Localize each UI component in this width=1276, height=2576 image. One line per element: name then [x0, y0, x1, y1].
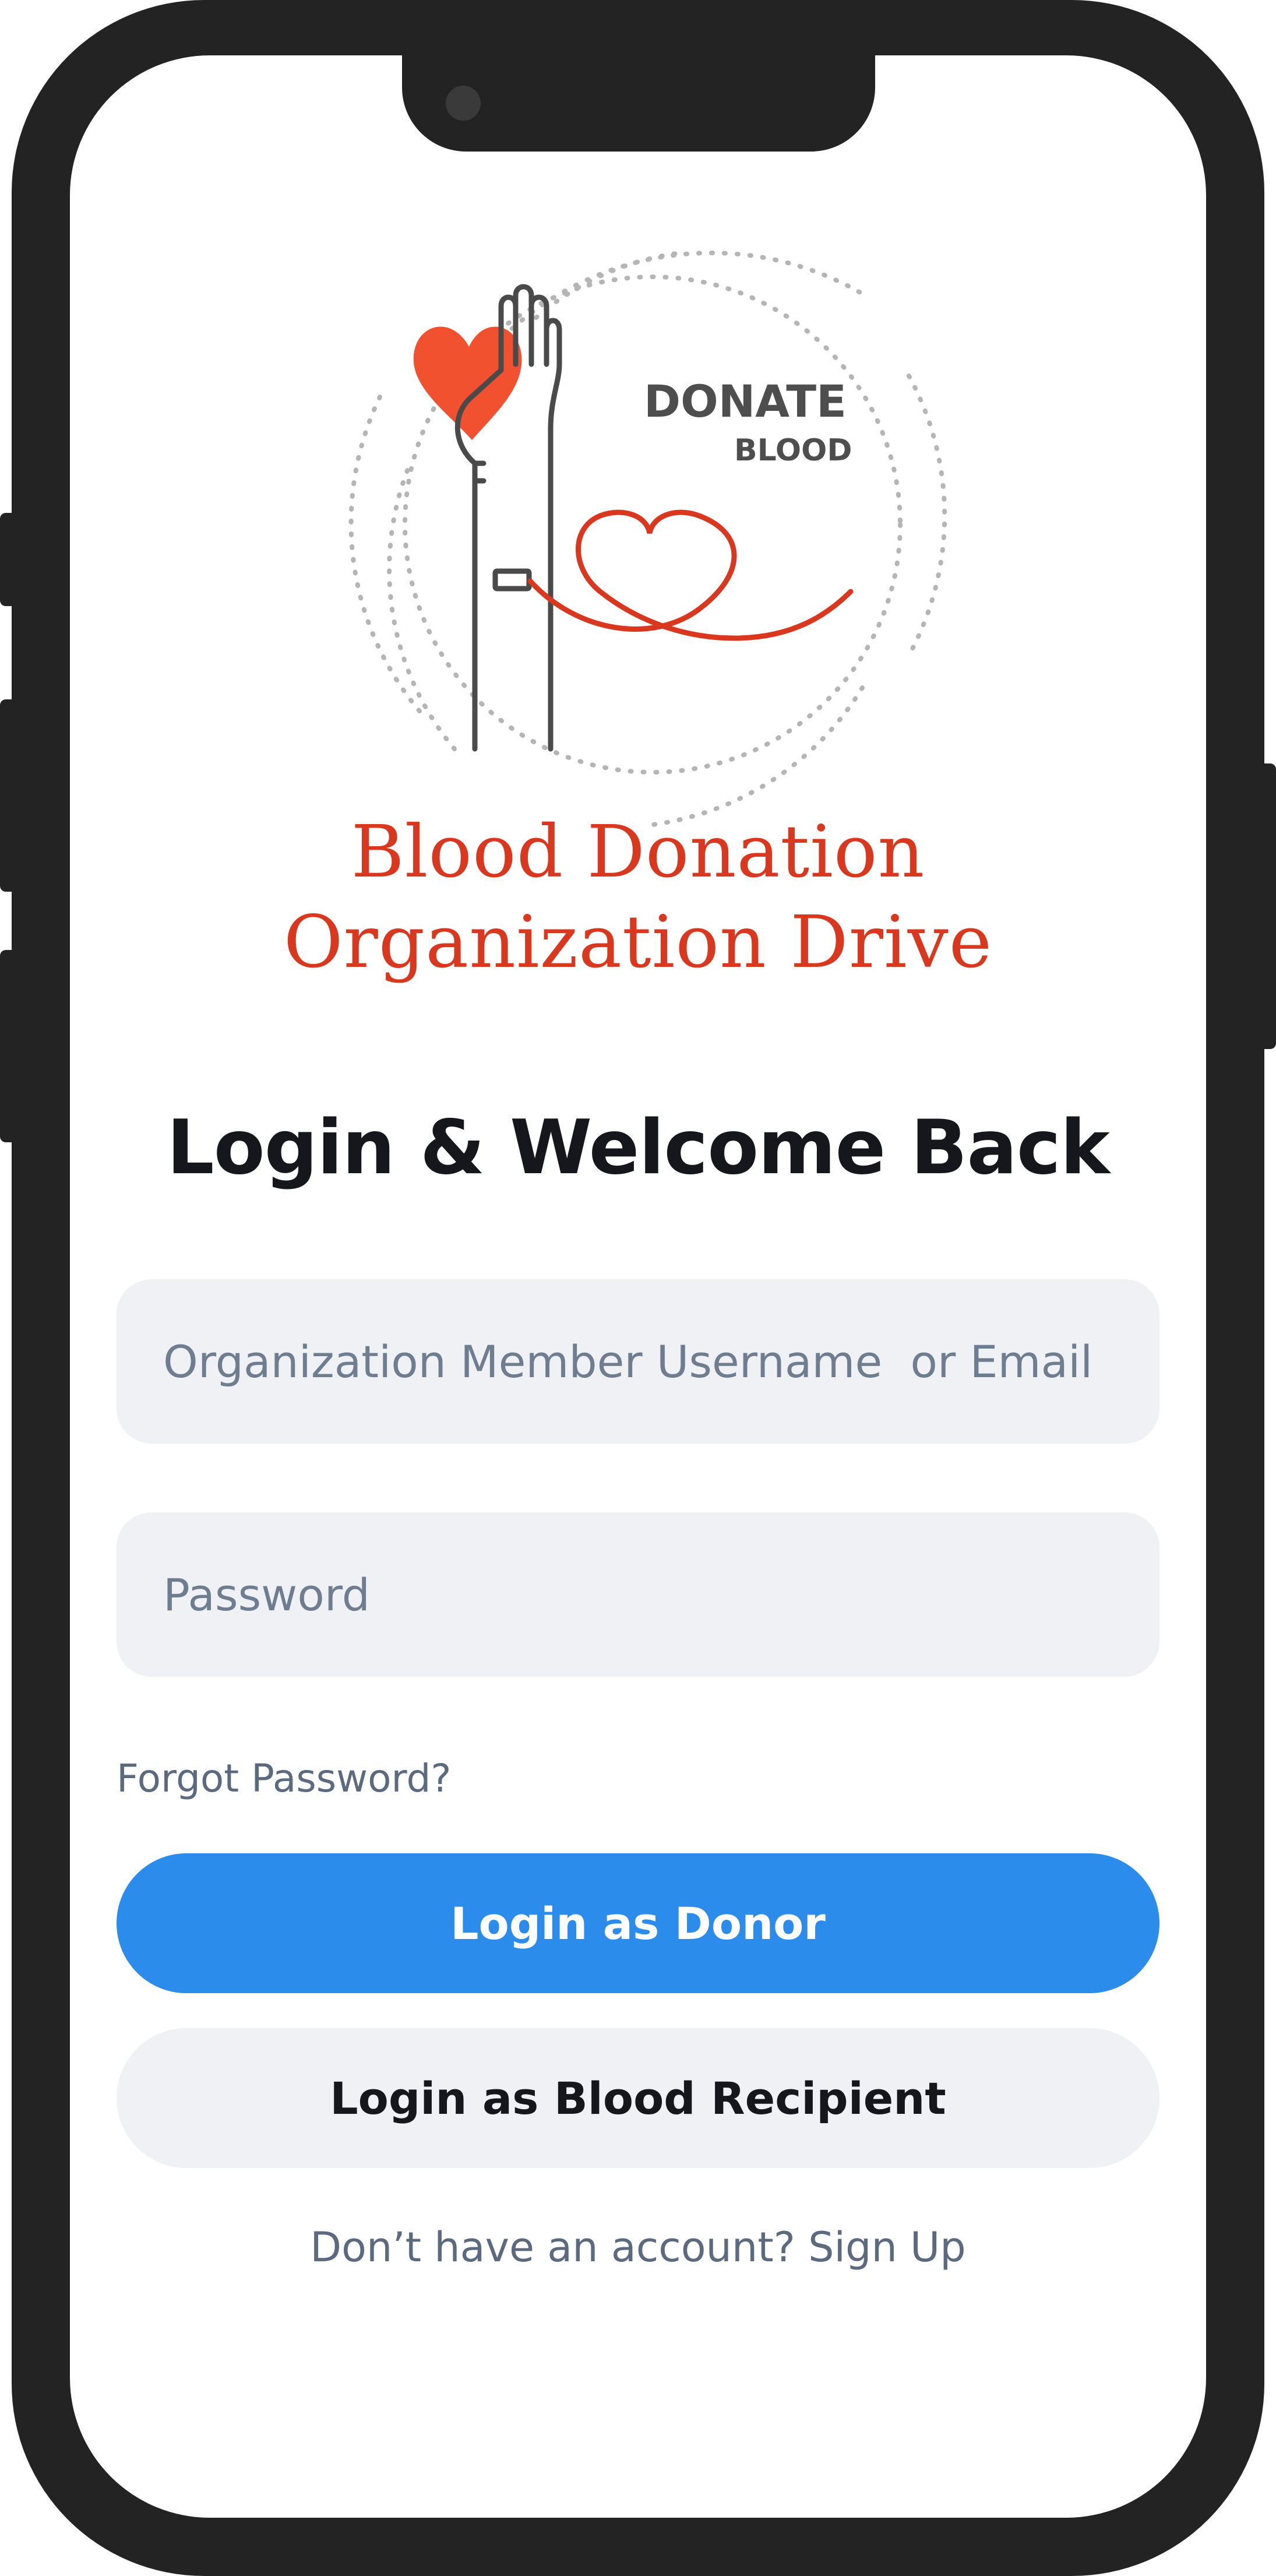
phone-screen: DONATE BLOOD Blood Donation Organization… [70, 55, 1206, 2518]
logo-blood-line [527, 509, 854, 641]
device-mockup: DONATE BLOOD Blood Donation Organization… [0, 0, 1276, 2576]
logo-dotted-arc-top [534, 251, 678, 320]
login-as-donor-button[interactable]: Login as Donor [117, 1853, 1159, 1993]
signup-prompt-text: Don’t have an account? [310, 2223, 795, 2271]
front-camera-icon [446, 86, 481, 121]
username-email-input[interactable] [117, 1279, 1159, 1444]
app-title-line-2: Organization Drive [283, 900, 993, 984]
app-title-line-1: Blood Donation [351, 810, 925, 894]
login-as-recipient-button[interactable]: Login as Blood Recipient [117, 2028, 1159, 2168]
logo-dotted-arc-right [907, 374, 947, 652]
logo-donate-text: DONATE [644, 375, 847, 427]
page-title: Login & Welcome Back [167, 1104, 1110, 1191]
phone-notch [402, 55, 875, 152]
logo-dotted-arc-bottom [650, 685, 865, 827]
password-input[interactable] [117, 1512, 1159, 1677]
logo-dotted-arc-left-2 [387, 467, 457, 751]
signup-link[interactable]: Sign Up [808, 2223, 966, 2271]
logo-blood-text: BLOOD [734, 433, 852, 468]
signup-prompt: Don’t have an account? Sign Up [70, 2223, 1206, 2271]
logo-heart-icon [413, 326, 522, 440]
logo-dotted-arc-left [348, 391, 422, 713]
donate-blood-logo: DONATE BLOOD [348, 250, 947, 827]
forgot-password-link[interactable]: Forgot Password? [117, 1756, 451, 1801]
